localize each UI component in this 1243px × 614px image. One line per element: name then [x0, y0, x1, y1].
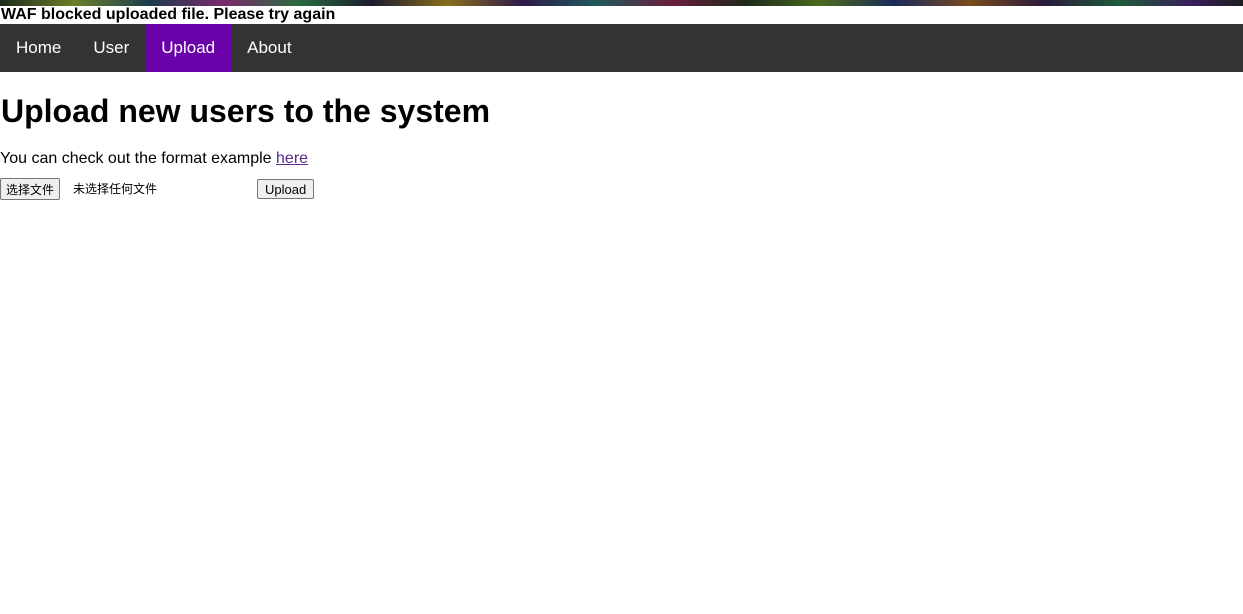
choose-file-button[interactable]: 选择文件 — [0, 178, 61, 200]
nav-item-home[interactable]: Home — [0, 24, 77, 72]
format-hint: You can check out the format example her… — [0, 150, 1243, 168]
format-example-link[interactable]: here — [276, 150, 308, 167]
page-title: Upload new users to the system — [1, 93, 491, 129]
nav-item-upload[interactable]: Upload — [145, 24, 232, 72]
upload-submit-button[interactable]: Upload — [257, 179, 315, 199]
main-content: Upload new users to the system You can c… — [0, 92, 1243, 202]
nav-item-about[interactable]: About — [231, 24, 307, 72]
top-navbar: Home User Upload About — [0, 24, 1243, 72]
waf-error-message: WAF blocked uploaded file. Please try ag… — [1, 6, 336, 23]
upload-form: 选择文件 未选择任何文件 Upload — [0, 178, 1243, 202]
format-hint-text: You can check out the format example — [0, 150, 277, 167]
nav-item-user[interactable]: User — [77, 24, 145, 72]
top-strip: WAF blocked uploaded file. Please try ag… — [0, 0, 1243, 24]
file-status-text: 未选择任何文件 — [73, 182, 158, 196]
